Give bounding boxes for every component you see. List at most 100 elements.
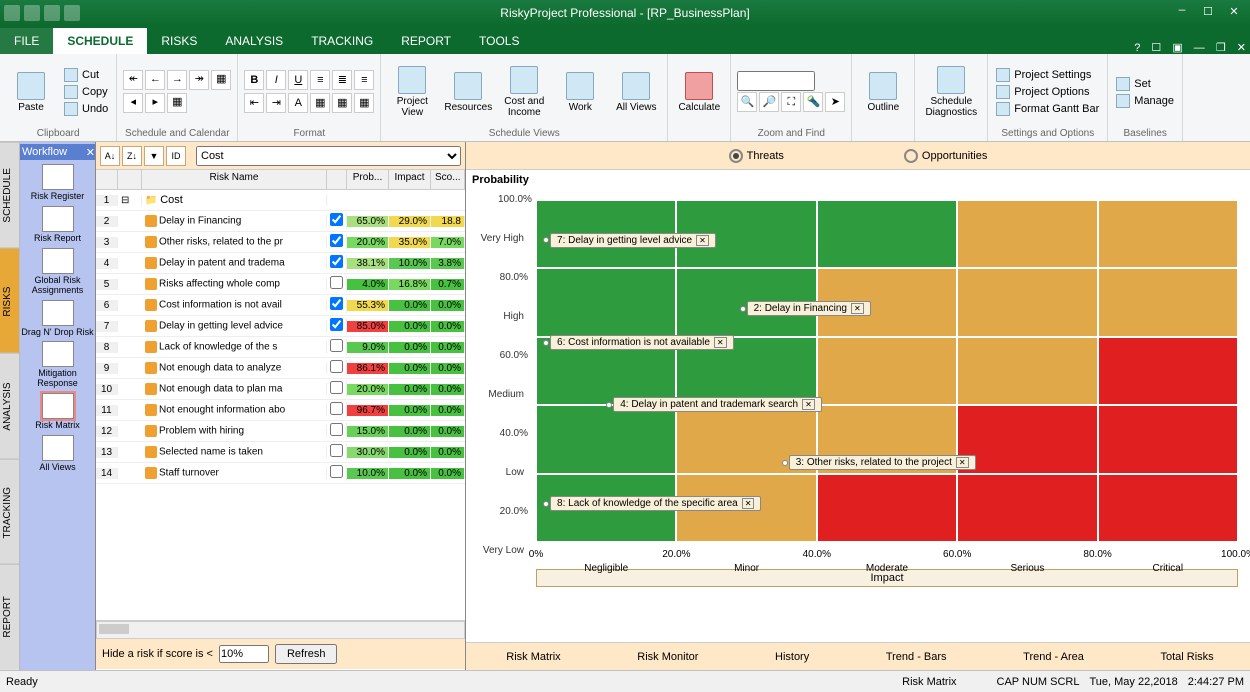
table-row[interactable]: 8Lack of knowledge of the s9.0%0.0%0.0% — [96, 337, 465, 358]
project-options-button[interactable]: Project Options — [994, 84, 1101, 100]
zoom-in-icon[interactable]: 🔍 — [737, 92, 757, 112]
callout-close-icon[interactable]: ✕ — [956, 457, 969, 468]
table-row[interactable]: 4Delay in patent and tradema38.1%10.0%3.… — [96, 253, 465, 274]
col-score[interactable]: Sco... — [431, 170, 465, 189]
callout-close-icon[interactable]: ✕ — [742, 498, 755, 509]
risk-matrix[interactable]: 7: Delay in getting level advice✕2: Dela… — [536, 200, 1238, 542]
indent-in-button[interactable]: ⇥ — [266, 93, 286, 113]
window-icon[interactable]: ☐ — [1151, 42, 1161, 54]
table-row[interactable]: 10Not enough data to plan ma20.0%0.0%0.0… — [96, 379, 465, 400]
highlight-button[interactable]: ▦ — [332, 93, 352, 113]
child-minimize-icon[interactable]: — — [1194, 42, 1205, 54]
font-button[interactable]: A — [288, 93, 308, 113]
refresh-button[interactable]: Refresh — [275, 644, 338, 664]
sort-desc-icon[interactable]: Z↓ — [122, 146, 142, 166]
calculate-button[interactable]: Calculate — [674, 61, 724, 123]
nav-cal-icon[interactable]: ▦ — [211, 70, 231, 90]
align-center-button[interactable]: ≣ — [332, 70, 352, 90]
cascade-icon[interactable]: ▣ — [1172, 42, 1182, 54]
paste-button[interactable]: Paste — [6, 61, 56, 123]
table-row[interactable]: 6Cost information is not avail55.3%0.0%0… — [96, 295, 465, 316]
risk-checkbox[interactable] — [330, 402, 343, 415]
col-risk-name[interactable]: Risk Name — [142, 170, 327, 189]
cost-income-button[interactable]: Cost and Income — [499, 61, 549, 123]
view-tab-trend-bars[interactable]: Trend - Bars — [882, 651, 947, 663]
table-row[interactable]: 7Delay in getting level advice85.0%0.0%0… — [96, 316, 465, 337]
workflow-item-all-views[interactable]: All Views — [20, 435, 95, 473]
risk-callout[interactable]: 4: Delay in patent and trademark search✕ — [613, 397, 822, 412]
callout-close-icon[interactable]: ✕ — [802, 399, 815, 410]
resources-button[interactable]: Resources — [443, 61, 493, 123]
child-restore-icon[interactable]: ❐ — [1216, 42, 1226, 54]
nav-next-icon[interactable]: → — [167, 70, 187, 90]
qat-undo-icon[interactable] — [44, 5, 60, 21]
project-view-button[interactable]: Project View — [387, 61, 437, 123]
matrix-cell[interactable] — [817, 474, 957, 542]
tab-schedule[interactable]: SCHEDULE — [53, 28, 147, 54]
tab-tracking[interactable]: TRACKING — [297, 28, 387, 54]
risk-checkbox[interactable] — [330, 276, 343, 289]
matrix-cell[interactable] — [1098, 200, 1238, 268]
risk-callout[interactable]: 7: Delay in getting level advice✕ — [550, 233, 716, 248]
side-tab-risks[interactable]: RISKS — [0, 248, 19, 354]
nav-left-icon[interactable]: ◂ — [123, 93, 143, 113]
qat-dropdown-icon[interactable] — [64, 5, 80, 21]
matrix-cell[interactable] — [957, 405, 1097, 473]
filter-icon[interactable]: ▼ — [144, 146, 164, 166]
risk-checkbox[interactable] — [330, 255, 343, 268]
grid-body[interactable]: 1 ⊟ 📁 Cost 2Delay in Financing65.0%29.0%… — [96, 190, 465, 620]
nav-prev-icon[interactable]: ← — [145, 70, 165, 90]
mode-opportunities[interactable]: Opportunities — [904, 149, 987, 163]
nav-last-icon[interactable]: ↠ — [189, 70, 209, 90]
italic-button[interactable]: I — [266, 70, 286, 90]
view-tab-total-risks[interactable]: Total Risks — [1156, 651, 1213, 663]
qat-save-icon[interactable] — [24, 5, 40, 21]
minimize-button[interactable]: — — [1170, 5, 1194, 21]
zoom-out-icon[interactable]: 🔎 — [759, 92, 779, 112]
risk-checkbox[interactable] — [330, 381, 343, 394]
risk-checkbox[interactable] — [330, 465, 343, 478]
tab-report[interactable]: REPORT — [387, 28, 465, 54]
copy-button[interactable]: Copy — [62, 84, 110, 100]
close-panel-icon[interactable]: ✕ — [86, 146, 95, 159]
table-row[interactable]: 14Staff turnover10.0%0.0%0.0% — [96, 463, 465, 484]
cut-button[interactable]: Cut — [62, 67, 110, 83]
workflow-item-mitigation-response[interactable]: Mitigation Response — [20, 341, 95, 389]
maximize-button[interactable]: ☐ — [1196, 5, 1220, 21]
category-select[interactable]: Cost — [196, 146, 461, 166]
view-tab-trend-area[interactable]: Trend - Area — [1019, 651, 1084, 663]
work-button[interactable]: Work — [555, 61, 605, 123]
bold-button[interactable]: B — [244, 70, 264, 90]
workflow-item-global-risk-assignments[interactable]: Global Risk Assignments — [20, 248, 95, 296]
matrix-cell[interactable] — [957, 268, 1097, 336]
child-close-icon[interactable]: ✕ — [1237, 42, 1246, 54]
align-right-button[interactable]: ≡ — [354, 70, 374, 90]
tab-tools[interactable]: TOOLS — [465, 28, 533, 54]
risk-checkbox[interactable] — [330, 360, 343, 373]
matrix-cell[interactable] — [817, 337, 957, 405]
risk-checkbox[interactable] — [330, 318, 343, 331]
all-views-button[interactable]: All Views — [611, 61, 661, 123]
risk-callout[interactable]: 6: Cost information is not available✕ — [550, 335, 734, 350]
matrix-cell[interactable] — [817, 200, 957, 268]
help-icon[interactable]: ? — [1134, 42, 1140, 54]
risk-checkbox[interactable] — [330, 297, 343, 310]
table-row[interactable]: 5Risks affecting whole comp4.0%16.8%0.7% — [96, 274, 465, 295]
matrix-cell[interactable] — [957, 474, 1097, 542]
matrix-cell[interactable] — [1098, 405, 1238, 473]
outline-button[interactable]: Outline — [858, 61, 908, 123]
goto-task-input[interactable] — [737, 71, 815, 91]
table-row[interactable]: 12Problem with hiring15.0%0.0%0.0% — [96, 421, 465, 442]
callout-close-icon[interactable]: ✕ — [714, 337, 727, 348]
undo-button[interactable]: Undo — [62, 101, 110, 117]
tab-analysis[interactable]: ANALYSIS — [211, 28, 297, 54]
side-tab-schedule[interactable]: SCHEDULE — [0, 142, 19, 248]
matrix-cell[interactable] — [1098, 474, 1238, 542]
table-row[interactable]: 3Other risks, related to the pr20.0%35.0… — [96, 232, 465, 253]
find-icon[interactable]: 🔦 — [803, 92, 823, 112]
sort-asc-icon[interactable]: A↓ — [100, 146, 120, 166]
col-prob[interactable]: Prob... — [347, 170, 389, 189]
grid-root-row[interactable]: 1 ⊟ 📁 Cost — [96, 190, 465, 211]
workflow-item-risk-register[interactable]: Risk Register — [20, 164, 95, 202]
format-gantt-button[interactable]: Format Gantt Bar — [994, 101, 1101, 117]
